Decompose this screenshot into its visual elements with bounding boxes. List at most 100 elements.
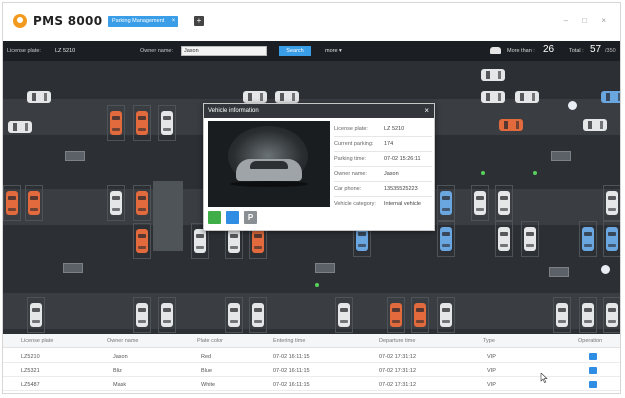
cell-enter: 07-02 16:11:15 xyxy=(273,368,310,374)
parking-slot[interactable] xyxy=(521,221,539,257)
parking-slot[interactable] xyxy=(603,297,620,333)
parked-car[interactable] xyxy=(582,303,594,327)
popup-close-icon[interactable]: × xyxy=(424,104,429,118)
status-dot xyxy=(481,171,485,175)
divider xyxy=(334,151,432,152)
parked-car[interactable] xyxy=(28,191,40,215)
parking-slot[interactable] xyxy=(495,221,513,257)
parked-car[interactable] xyxy=(8,121,32,133)
table-row[interactable]: LZ5487 Mask White 07-02 16:11:15 07-02 1… xyxy=(3,378,620,391)
tab-close-icon[interactable]: × xyxy=(172,16,176,27)
parked-car[interactable] xyxy=(583,119,607,131)
parking-button[interactable]: P xyxy=(244,211,257,224)
parking-slot[interactable] xyxy=(437,185,455,221)
search-button[interactable]: Search xyxy=(279,46,311,56)
parked-car[interactable] xyxy=(498,191,510,215)
parking-slot[interactable] xyxy=(603,221,620,257)
parking-slot[interactable] xyxy=(437,221,455,257)
parking-slot[interactable] xyxy=(411,297,429,333)
parked-car[interactable] xyxy=(110,111,122,135)
car-icon xyxy=(490,47,501,54)
parked-car[interactable] xyxy=(110,191,122,215)
parked-car[interactable] xyxy=(481,69,505,81)
field-value: 07-02 15:26:11 xyxy=(384,156,421,162)
parked-car[interactable] xyxy=(390,303,402,327)
document-button[interactable] xyxy=(226,211,239,224)
col-header: Owner name xyxy=(107,338,139,344)
parking-slot[interactable] xyxy=(133,185,151,221)
camera-button[interactable] xyxy=(208,211,221,224)
parking-slot[interactable] xyxy=(3,185,21,221)
add-tab-button[interactable]: + xyxy=(194,16,204,26)
parking-slot[interactable] xyxy=(387,297,405,333)
parking-slot[interactable] xyxy=(133,105,151,141)
parking-slot[interactable] xyxy=(133,297,151,333)
mouse-cursor-icon xyxy=(540,373,548,383)
parked-car[interactable] xyxy=(136,111,148,135)
parking-slot[interactable] xyxy=(579,221,597,257)
parked-car[interactable] xyxy=(252,303,264,327)
parking-slot[interactable] xyxy=(158,297,176,333)
parked-car[interactable] xyxy=(338,303,350,327)
parked-car[interactable] xyxy=(440,191,452,215)
parking-slot[interactable] xyxy=(107,105,125,141)
parking-slot[interactable] xyxy=(158,105,176,141)
tab-parking-management[interactable]: Parking Management × xyxy=(108,16,179,27)
parked-car[interactable] xyxy=(136,303,148,327)
parked-car[interactable] xyxy=(515,91,539,103)
more-dropdown[interactable]: more ▾ xyxy=(325,48,342,54)
parked-car[interactable] xyxy=(243,91,267,103)
edit-icon[interactable] xyxy=(589,367,597,374)
parked-car[interactable] xyxy=(27,91,51,103)
parked-car[interactable] xyxy=(161,111,173,135)
parked-car[interactable] xyxy=(440,303,452,327)
parked-car[interactable] xyxy=(161,303,173,327)
parked-car[interactable] xyxy=(499,119,523,131)
parking-slot[interactable] xyxy=(249,297,267,333)
parked-car[interactable] xyxy=(606,303,618,327)
parked-car[interactable] xyxy=(6,191,18,215)
parking-slot[interactable] xyxy=(107,185,125,221)
parking-slot[interactable] xyxy=(471,185,489,221)
parked-car[interactable] xyxy=(194,229,206,253)
parking-slot[interactable] xyxy=(579,297,597,333)
parking-slot[interactable] xyxy=(553,297,571,333)
parking-slot[interactable] xyxy=(437,297,455,333)
parked-car[interactable] xyxy=(601,91,620,103)
table-row[interactable]: LZ5210 Jason Red 07-02 16:11:15 07-02 17… xyxy=(3,350,620,363)
parked-car[interactable] xyxy=(30,303,42,327)
edit-icon[interactable] xyxy=(589,353,597,360)
parked-car[interactable] xyxy=(606,227,618,251)
parking-slot[interactable] xyxy=(495,185,513,221)
parked-car[interactable] xyxy=(228,229,240,253)
parked-car[interactable] xyxy=(440,227,452,251)
parking-slot[interactable] xyxy=(603,185,620,221)
field-label: Current parking: xyxy=(334,141,374,147)
plate-value[interactable]: LZ 5210 xyxy=(55,48,75,54)
parked-car[interactable] xyxy=(524,227,536,251)
parked-car[interactable] xyxy=(414,303,426,327)
parked-car[interactable] xyxy=(136,229,148,253)
edit-icon[interactable] xyxy=(589,381,597,388)
parking-slot[interactable] xyxy=(133,223,151,259)
parked-car[interactable] xyxy=(556,303,568,327)
camera-icon[interactable] xyxy=(568,101,577,110)
parked-car[interactable] xyxy=(481,91,505,103)
parked-car[interactable] xyxy=(582,227,594,251)
parking-slot[interactable] xyxy=(25,185,43,221)
parked-car[interactable] xyxy=(275,91,299,103)
popup-title: Vehicle information xyxy=(208,108,259,114)
parked-car[interactable] xyxy=(606,191,618,215)
table-row[interactable]: LZ5321 Bliz Blue 07-02 16:11:15 07-02 17… xyxy=(3,364,620,377)
camera-icon[interactable] xyxy=(601,265,610,274)
owner-input[interactable] xyxy=(181,46,267,56)
parked-car[interactable] xyxy=(498,227,510,251)
parked-car[interactable] xyxy=(474,191,486,215)
window-controls[interactable]: – □ × xyxy=(564,16,612,25)
parking-slot[interactable] xyxy=(225,297,243,333)
parked-car[interactable] xyxy=(136,191,148,215)
parking-slot[interactable] xyxy=(27,297,45,333)
parked-car[interactable] xyxy=(228,303,240,327)
parking-slot[interactable] xyxy=(335,297,353,333)
parked-car[interactable] xyxy=(252,229,264,253)
